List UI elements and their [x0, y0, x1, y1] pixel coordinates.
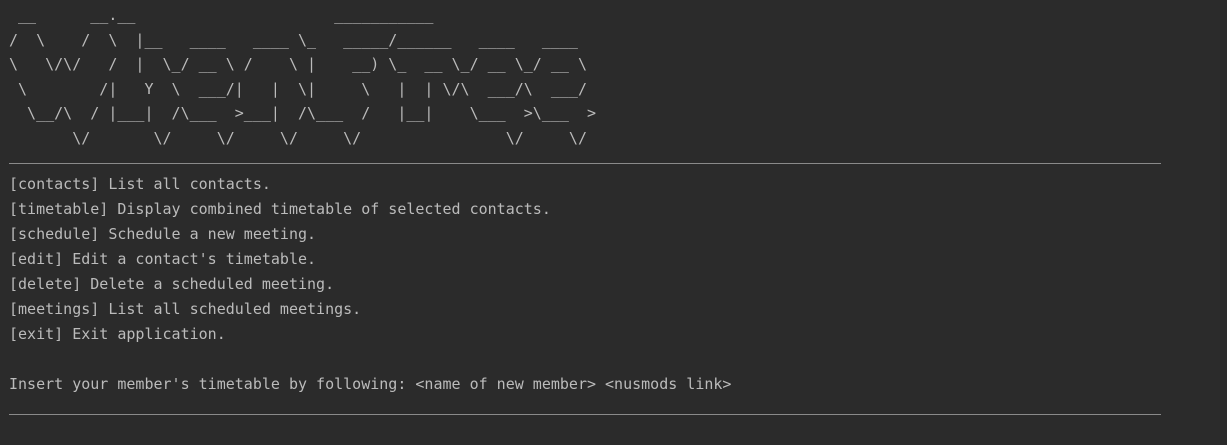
terminal-window[interactable]: __ __.__ ___________ / \ / \ |__ ____ __…: [0, 0, 1227, 445]
command-exit: [exit] Exit application.: [9, 322, 1227, 347]
command-name: [meetings]: [9, 299, 100, 318]
ascii-banner: __ __.__ ___________ / \ / \ |__ ____ __…: [9, 6, 596, 147]
command-name: [schedule]: [9, 224, 100, 243]
command-meetings: [meetings] List all scheduled meetings.: [9, 297, 1227, 322]
input-prompt: Insert your member's timetable by follow…: [9, 374, 732, 393]
command-delete: [delete] Delete a scheduled meeting.: [9, 272, 1227, 297]
command-description: Edit a contact's timetable.: [63, 249, 317, 268]
command-name: [contacts]: [9, 174, 100, 193]
command-list: [contacts] List all contacts. [timetable…: [9, 172, 1227, 347]
command-contacts: [contacts] List all contacts.: [9, 172, 1227, 197]
command-timetable: [timetable] Display combined timetable o…: [9, 197, 1227, 222]
command-description: Display combined timetable of selected c…: [108, 199, 551, 218]
command-schedule: [schedule] Schedule a new meeting.: [9, 222, 1227, 247]
divider-bottom: [9, 413, 1161, 415]
command-description: Delete a scheduled meeting.: [81, 274, 335, 293]
command-name: [delete]: [9, 274, 82, 293]
command-description: List all contacts.: [99, 174, 271, 193]
command-name: [timetable]: [9, 199, 109, 218]
command-description: Exit application.: [63, 324, 226, 343]
command-description: Schedule a new meeting.: [99, 224, 317, 243]
command-name: [exit]: [9, 324, 64, 343]
command-edit: [edit] Edit a contact's timetable.: [9, 247, 1227, 272]
command-name: [edit]: [9, 249, 64, 268]
divider-top: [9, 162, 1161, 164]
command-description: List all scheduled meetings.: [99, 299, 362, 318]
